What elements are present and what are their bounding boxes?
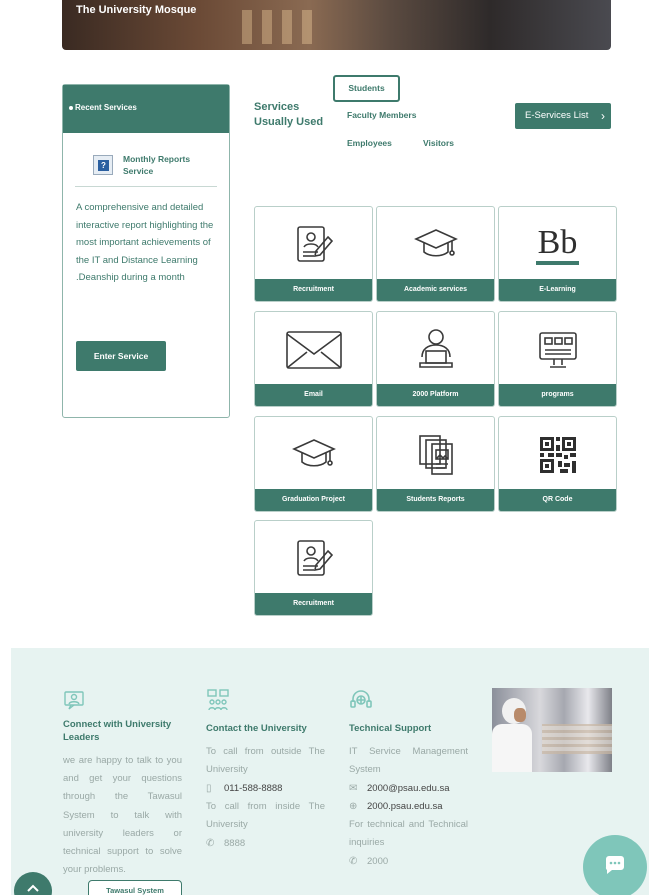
envelope-icon bbox=[255, 326, 372, 374]
support-title: Technical Support bbox=[349, 723, 432, 734]
graduation-cap-icon bbox=[377, 221, 494, 269]
banner-title: The University Mosque bbox=[76, 4, 197, 16]
graduation-cap-icon bbox=[255, 431, 372, 479]
tile-label: QR Code bbox=[499, 489, 616, 511]
tab-visitors[interactable]: Visitors bbox=[423, 138, 454, 148]
contact-inside-line[interactable]: ✆ 8888 bbox=[206, 835, 245, 853]
tile-label: Email bbox=[255, 384, 372, 406]
footer: Connect with University Leaders we are h… bbox=[11, 648, 649, 895]
tab-students[interactable]: Students bbox=[333, 75, 400, 102]
monitor-apps-icon bbox=[499, 326, 616, 374]
support-email: 2000@psau.edu.sa bbox=[367, 783, 450, 794]
tab-faculty-members[interactable]: Faculty Members bbox=[347, 110, 416, 120]
tile-recruitment[interactable]: Recruitment bbox=[254, 206, 373, 302]
tile-academic-services[interactable]: Academic services bbox=[376, 206, 495, 302]
chat-bubble-icon bbox=[605, 856, 624, 874]
contact-title: Contact the University bbox=[206, 723, 307, 734]
contact-outside-line[interactable]: ▯ 011-588-8888 bbox=[206, 780, 282, 798]
bullet-icon bbox=[69, 105, 73, 110]
tile-label: programs bbox=[499, 384, 616, 406]
page: The University Mosque Recent Services ? … bbox=[0, 0, 649, 895]
tab-employees[interactable]: Employees bbox=[347, 138, 392, 148]
tile-label: Graduation Project bbox=[255, 489, 372, 511]
tile-label: Recruitment bbox=[255, 593, 372, 615]
tile-label: 2000 Platform bbox=[377, 384, 494, 406]
monthly-reports-title: Monthly Reports Service bbox=[123, 154, 191, 176]
support-website-line[interactable]: ⊕ 2000.psau.edu.sa bbox=[349, 798, 443, 816]
support-number-line[interactable]: ✆ 2000 bbox=[349, 853, 388, 871]
tile-qr-code[interactable]: QR Code bbox=[498, 416, 617, 512]
chevron-right-icon: › bbox=[601, 109, 605, 123]
phone-icon: ✆ bbox=[349, 856, 358, 867]
cv-document-icon bbox=[255, 535, 372, 583]
banner-image: The University Mosque bbox=[62, 0, 611, 50]
tile-label: Recruitment bbox=[255, 279, 372, 301]
chat-widget-button[interactable] bbox=[583, 835, 647, 895]
support-email-line[interactable]: ✉ 2000@psau.edu.sa bbox=[349, 780, 450, 798]
contact-outside-text: To call from outside The University bbox=[206, 746, 325, 776]
recent-services-header: Recent Services bbox=[63, 85, 229, 133]
person-laptop-icon bbox=[377, 326, 494, 374]
mobile-phone-icon: ▯ bbox=[206, 783, 212, 794]
leaders-text: we are happy to talk to you and get your… bbox=[63, 755, 182, 876]
tile-label: Academic services bbox=[377, 279, 494, 301]
support-number: 2000 bbox=[367, 856, 389, 867]
tawasul-system-button[interactable]: Tawasul System bbox=[88, 880, 182, 895]
phone-icon: ✆ bbox=[206, 838, 215, 849]
headset-support-icon bbox=[349, 688, 373, 717]
eservices-list-button[interactable]: E-Services List › bbox=[515, 103, 611, 129]
monthly-reports-item[interactable]: ? Monthly Reports Service bbox=[75, 147, 217, 187]
tile-label: Students Reports bbox=[377, 489, 494, 511]
contact-outside-number: 011-588-8888 bbox=[224, 783, 283, 794]
blackboard-bb-icon: Bb bbox=[499, 221, 616, 269]
services-heading: Services Usually Used bbox=[254, 101, 324, 128]
question-report-icon: ? bbox=[93, 155, 113, 175]
bb-logo-text: Bb bbox=[535, 225, 580, 265]
people-network-icon bbox=[206, 688, 230, 717]
tile-programs[interactable]: programs bbox=[498, 311, 617, 407]
contact-inside-text: To call from inside The University bbox=[206, 801, 325, 831]
support-staff-photo bbox=[492, 688, 612, 772]
eservices-list-label: E-Services List bbox=[525, 110, 589, 121]
tile-label: E-Learning bbox=[499, 279, 616, 301]
cv-document-icon bbox=[255, 221, 372, 269]
chat-leaders-icon bbox=[63, 688, 85, 715]
support-inquiries-text: For technical and Technical inquiries bbox=[349, 819, 468, 849]
leaders-title: Connect with University Leaders bbox=[63, 719, 172, 743]
support-website: 2000.psau.edu.sa bbox=[367, 801, 443, 812]
recent-services-title: Recent Services bbox=[75, 103, 137, 112]
documents-stack-icon bbox=[377, 431, 494, 479]
qr-code-icon bbox=[499, 431, 616, 479]
mail-icon: ✉ bbox=[349, 783, 358, 794]
chevron-up-icon bbox=[27, 884, 39, 892]
contact-inside-number: 8888 bbox=[224, 838, 246, 849]
tile-e-learning[interactable]: Bb E-Learning bbox=[498, 206, 617, 302]
tile-students-reports[interactable]: Students Reports bbox=[376, 416, 495, 512]
tile-2000-platform[interactable]: 2000 Platform bbox=[376, 311, 495, 407]
tile-graduation-project[interactable]: Graduation Project bbox=[254, 416, 373, 512]
support-system-text: IT Service Management System bbox=[349, 746, 468, 776]
globe-icon: ⊕ bbox=[349, 801, 358, 812]
enter-service-button[interactable]: Enter Service bbox=[76, 341, 166, 371]
tile-email[interactable]: Email bbox=[254, 311, 373, 407]
tile-recruitment-2[interactable]: Recruitment bbox=[254, 520, 373, 616]
monthly-reports-description: A comprehensive and detailed interactive… bbox=[76, 202, 214, 284]
recent-services-card: Recent Services ? Monthly Reports Servic… bbox=[62, 84, 230, 418]
